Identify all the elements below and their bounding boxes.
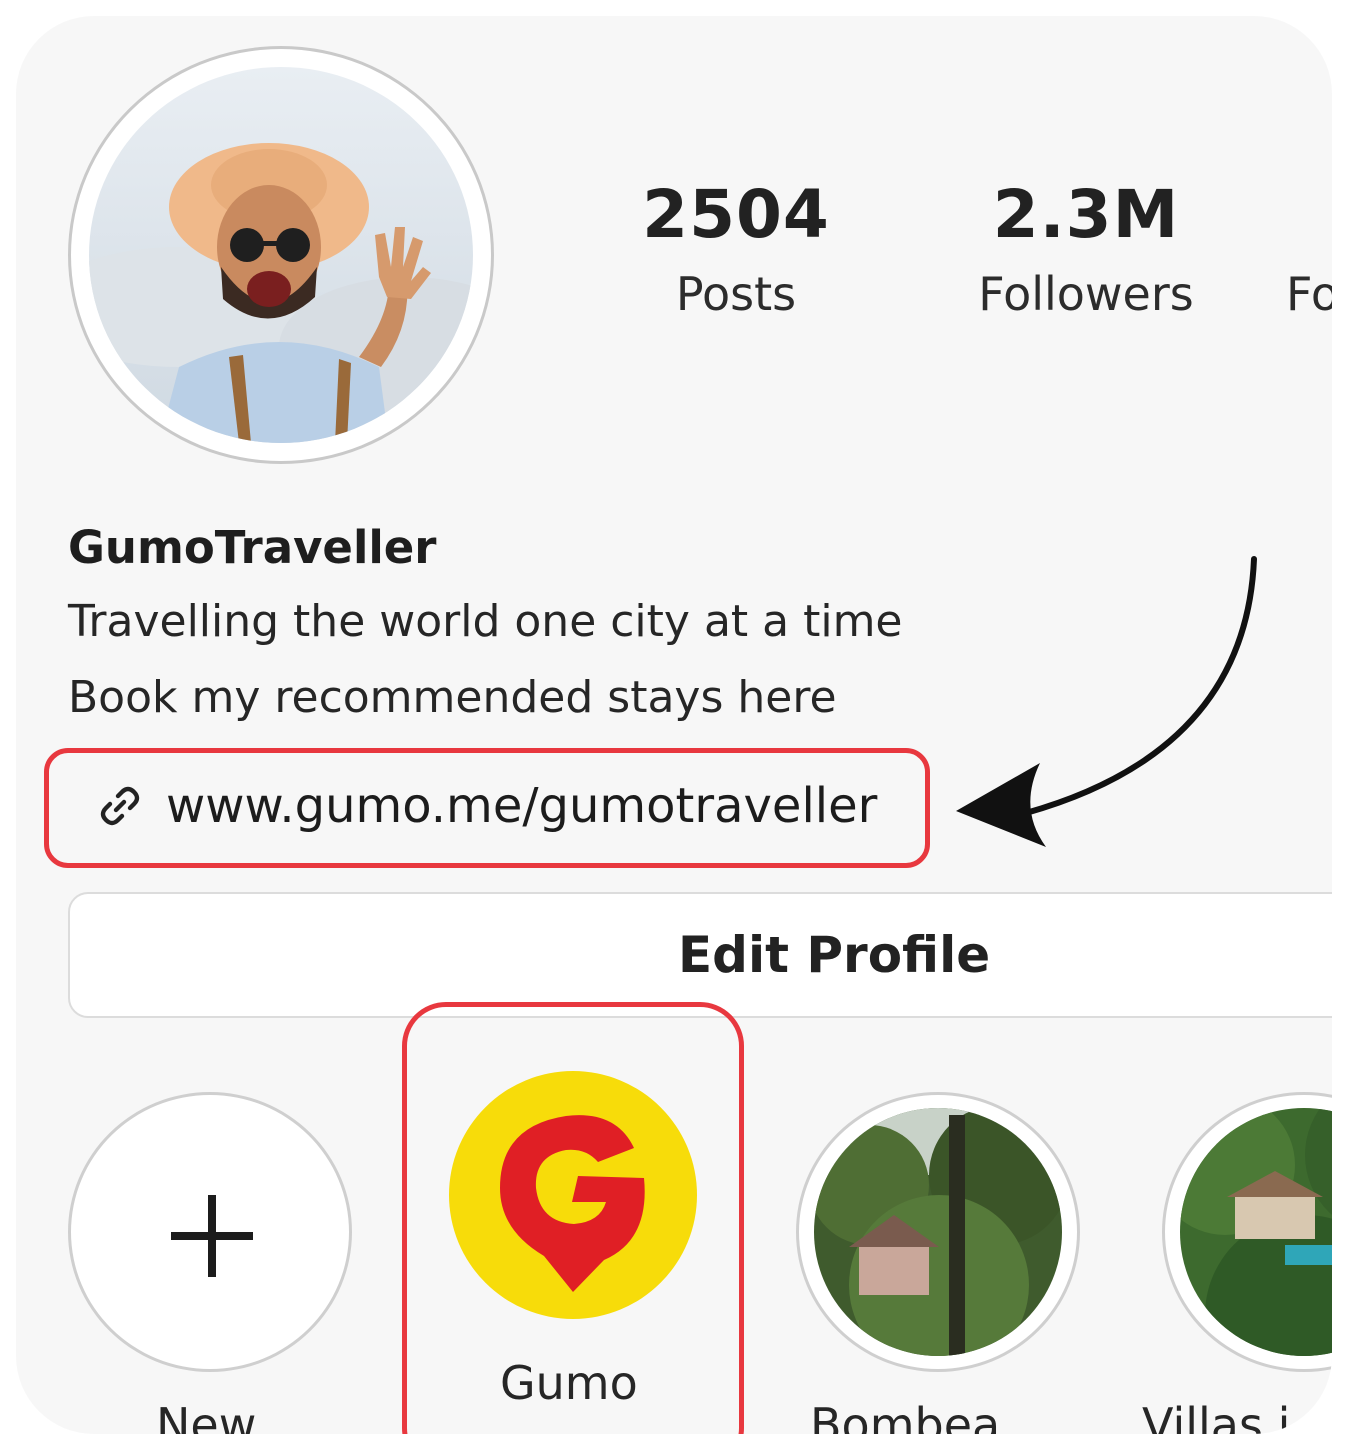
profile-card: 2504 Posts 2.3M Followers Fo GumoTravell… [16,16,1332,1434]
villa-photo [1180,1108,1332,1356]
followers-label: Followers [978,267,1194,321]
profile-avatar-ring[interactable] [68,46,494,464]
gumo-logo-icon [449,1071,697,1319]
highlight-label: New [156,1398,257,1434]
highlight-villas-ring [1162,1092,1332,1372]
followers-count: 2.3M [992,176,1180,253]
avatar [89,67,473,443]
posts-label: Posts [675,267,797,321]
profile-link-text[interactable]: www.gumo.me/gumotraveller [166,778,877,834]
stat-following[interactable]: Fo [1286,176,1332,321]
highlight-label: Gumo [500,1356,638,1410]
highlight-bombea-ring [796,1092,1080,1372]
edit-profile-button[interactable]: Edit Profile [68,892,1332,1018]
avatar-photo [89,67,473,443]
stat-followers[interactable]: 2.3M Followers [936,176,1236,321]
highlight-new-ring [68,1092,352,1372]
profile-link[interactable]: www.gumo.me/gumotraveller [96,778,877,834]
following-label: Fo [1286,267,1332,321]
pointer-arrow-icon [956,556,1257,847]
following-count [1286,176,1332,253]
plus-icon [171,1195,253,1277]
highlight-label: Villas i [1142,1398,1291,1434]
villa-photo [814,1108,1062,1356]
stat-posts[interactable]: 2504 Posts [616,176,856,321]
highlight-label: Bombea [810,1398,1001,1434]
profile-username: GumoTraveller [68,521,437,574]
bio-line-1: Travelling the world one city at a time [68,596,903,647]
link-icon [100,786,140,826]
posts-count: 2504 [642,176,830,253]
highlight-gumo[interactable]: Gumo [448,1070,698,1410]
bio-line-2: Book my recommended stays here [68,672,837,723]
